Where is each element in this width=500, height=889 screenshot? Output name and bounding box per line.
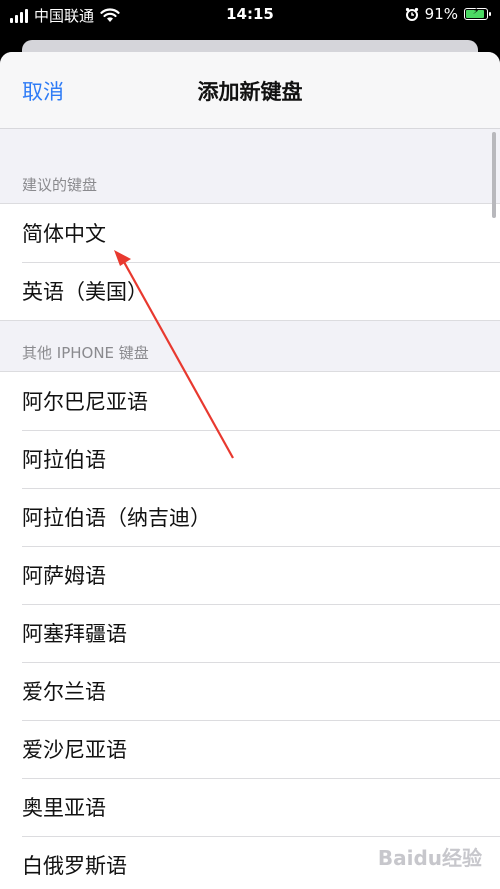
list-item[interactable]: 阿拉伯语（纳吉迪）: [0, 488, 500, 546]
list-item[interactable]: 简体中文: [0, 204, 500, 262]
battery-icon: ⚡: [464, 6, 491, 20]
list-item[interactable]: 爱尔兰语: [0, 662, 500, 720]
page-title: 添加新键盘: [197, 80, 303, 104]
navigation-bar: 取消 添加新键盘: [0, 52, 500, 129]
list-item[interactable]: 阿萨姆语: [0, 546, 500, 604]
list-item[interactable]: 奥里亚语: [0, 778, 500, 836]
suggested-keyboards-group: 简体中文 英语（美国）: [0, 203, 500, 321]
status-right: 91% ⚡: [405, 5, 491, 23]
charging-bolt-icon: ⚡: [472, 6, 480, 17]
battery-percent: 91%: [424, 5, 458, 23]
watermark: Baidu经验: [377, 846, 482, 870]
scrollbar[interactable]: [492, 132, 496, 218]
list-item[interactable]: 爱沙尼亚语: [0, 720, 500, 778]
list-item[interactable]: 英语（美国）: [0, 262, 500, 320]
section-header-other: 其他 IPHONE 键盘: [22, 344, 149, 362]
other-keyboards-group: 阿尔巴尼亚语 阿拉伯语 阿拉伯语（纳吉迪） 阿萨姆语 阿塞拜疆语 爱尔兰语 爱沙…: [0, 371, 500, 889]
section-header-suggested: 建议的键盘: [22, 176, 98, 194]
list-item[interactable]: 阿拉伯语: [0, 430, 500, 488]
list-item[interactable]: 阿塞拜疆语: [0, 604, 500, 662]
list-item[interactable]: 阿尔巴尼亚语: [0, 372, 500, 430]
status-bar: 中国联通 14:15 91% ⚡: [0, 0, 500, 30]
alarm-icon: [405, 7, 418, 21]
add-keyboard-sheet: 取消 添加新键盘 建议的键盘 简体中文 英语（美国） 其他 IPHONE 键盘 …: [0, 52, 500, 889]
